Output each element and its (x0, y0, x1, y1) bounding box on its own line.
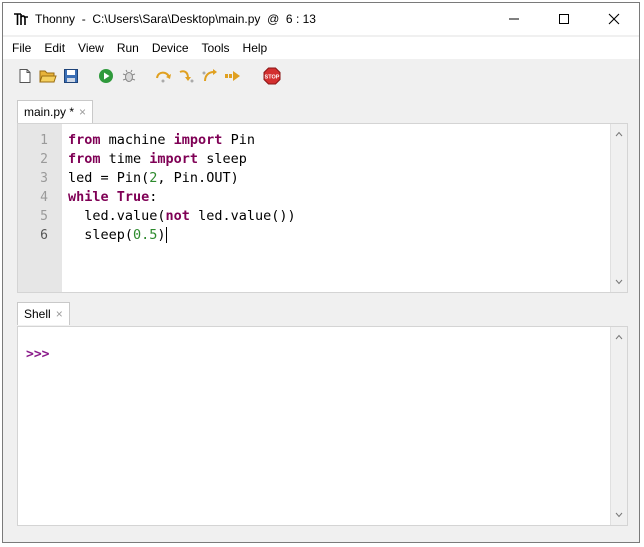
step-over-icon (156, 71, 171, 83)
code-keyword: True (116, 189, 150, 205)
step-over-button[interactable] (154, 66, 174, 86)
line-number: 1 (40, 133, 48, 148)
menu-view[interactable]: View (73, 41, 109, 55)
code-token: led = Pin( (68, 170, 150, 186)
line-number: 2 (40, 152, 48, 167)
step-out-icon (202, 69, 217, 82)
code-token: led.value()) (189, 208, 296, 224)
code-line: led = Pin(2, Pin.OUT) (68, 169, 609, 188)
code-token: time (100, 151, 150, 167)
thonny-window: Thonny - C:\Users\Sara\Desktop\main.py @… (2, 2, 640, 543)
open-button[interactable] (38, 66, 58, 86)
new-file-button[interactable] (15, 66, 35, 86)
tab-close-icon[interactable]: × (79, 105, 86, 119)
tab-shell[interactable]: Shell × (17, 302, 70, 325)
save-icon (64, 69, 78, 83)
editor-scrollbar[interactable] (610, 124, 627, 292)
minimize-icon (509, 18, 519, 20)
code-keyword: not (165, 208, 190, 224)
code-line: while True: (68, 188, 609, 207)
chevron-up-icon (615, 131, 623, 137)
editor-tabstrip: main.py * × (17, 100, 94, 124)
maximize-icon (559, 14, 569, 24)
line-number: 3 (40, 171, 48, 186)
menu-tools[interactable]: Tools (197, 41, 235, 55)
open-folder-icon (39, 70, 57, 83)
chevron-down-icon (615, 279, 623, 285)
chevron-down-icon (615, 512, 623, 518)
shell-scrollbar[interactable] (610, 327, 627, 525)
text-caret (165, 227, 167, 243)
shell-tab-label: Shell (24, 307, 51, 321)
chevron-up-icon (615, 334, 623, 340)
menu-run[interactable]: Run (112, 41, 144, 55)
code-keyword: from (68, 151, 101, 167)
tab-main-py[interactable]: main.py * × (17, 100, 94, 123)
save-button[interactable] (61, 66, 81, 86)
line-number: 6 (40, 228, 48, 243)
code-token: Pin (222, 132, 255, 148)
menu-file[interactable]: File (7, 41, 36, 55)
code-token: led.value( (68, 208, 166, 224)
code-line: from time import sleep (68, 150, 609, 169)
code-number: 0.5 (133, 227, 158, 243)
window-title: Thonny - C:\Users\Sara\Desktop\main.py @… (35, 12, 316, 26)
step-into-icon (179, 70, 194, 83)
code-line: sleep(0.5) (68, 226, 609, 245)
code-keyword: import (149, 151, 199, 167)
menu-device[interactable]: Device (147, 41, 194, 55)
stop-button[interactable]: STOP (262, 66, 282, 86)
code-line: from machine import Pin (68, 131, 609, 150)
line-number-gutter: 1 2 3 4 5 6 (18, 124, 62, 292)
resume-button[interactable] (223, 66, 243, 86)
shell-prompt: >>> (26, 347, 50, 362)
resume-icon (225, 71, 240, 81)
close-button[interactable] (589, 3, 639, 35)
line-number: 4 (40, 190, 48, 205)
minimize-button[interactable] (489, 3, 539, 35)
code-token: , Pin.OUT) (157, 170, 239, 186)
code-line: led.value(not led.value()) (68, 207, 609, 226)
code-token: : (149, 189, 158, 205)
stop-icon: STOP (263, 67, 281, 85)
menu-edit[interactable]: Edit (39, 41, 70, 55)
run-icon (99, 69, 113, 83)
new-file-icon (19, 69, 31, 83)
stop-label: STOP (265, 75, 280, 81)
thonny-logo-icon (14, 13, 28, 25)
run-button[interactable] (96, 66, 116, 86)
close-icon (608, 13, 620, 25)
code-token: sleep( (68, 227, 134, 243)
code-text-area[interactable]: from machine import Pin from time import … (68, 131, 609, 245)
line-number: 5 (40, 209, 48, 224)
code-token: ) (157, 227, 166, 243)
title-bar: Thonny - C:\Users\Sara\Desktop\main.py @… (3, 3, 639, 35)
code-keyword: import (173, 132, 223, 148)
code-token: sleep (198, 151, 247, 167)
maximize-button[interactable] (539, 3, 589, 35)
code-keyword: from (68, 132, 101, 148)
menu-bar: File Edit View Run Device Tools Help (3, 37, 639, 59)
debug-icon (122, 69, 136, 82)
tab-label: main.py * (24, 105, 75, 119)
shell-scroll-up-arrow[interactable] (611, 329, 627, 345)
code-token: machine (100, 132, 174, 148)
step-out-button[interactable] (200, 66, 220, 86)
debug-button[interactable] (119, 66, 139, 86)
scroll-down-arrow[interactable] (611, 274, 627, 290)
shell-tabstrip: Shell × (17, 302, 70, 326)
toolbar: STOP (3, 61, 639, 91)
code-editor[interactable]: 123456 from machine import Pin from time … (17, 123, 628, 293)
shell-scroll-down-arrow[interactable] (611, 507, 627, 523)
window-controls (489, 3, 639, 35)
shell-panel[interactable]: >>> (17, 326, 628, 526)
scroll-up-arrow[interactable] (611, 126, 627, 142)
menu-help[interactable]: Help (238, 41, 273, 55)
step-into-button[interactable] (177, 66, 197, 86)
shell-tab-close-icon[interactable]: × (56, 307, 63, 321)
code-keyword: while (68, 189, 109, 205)
